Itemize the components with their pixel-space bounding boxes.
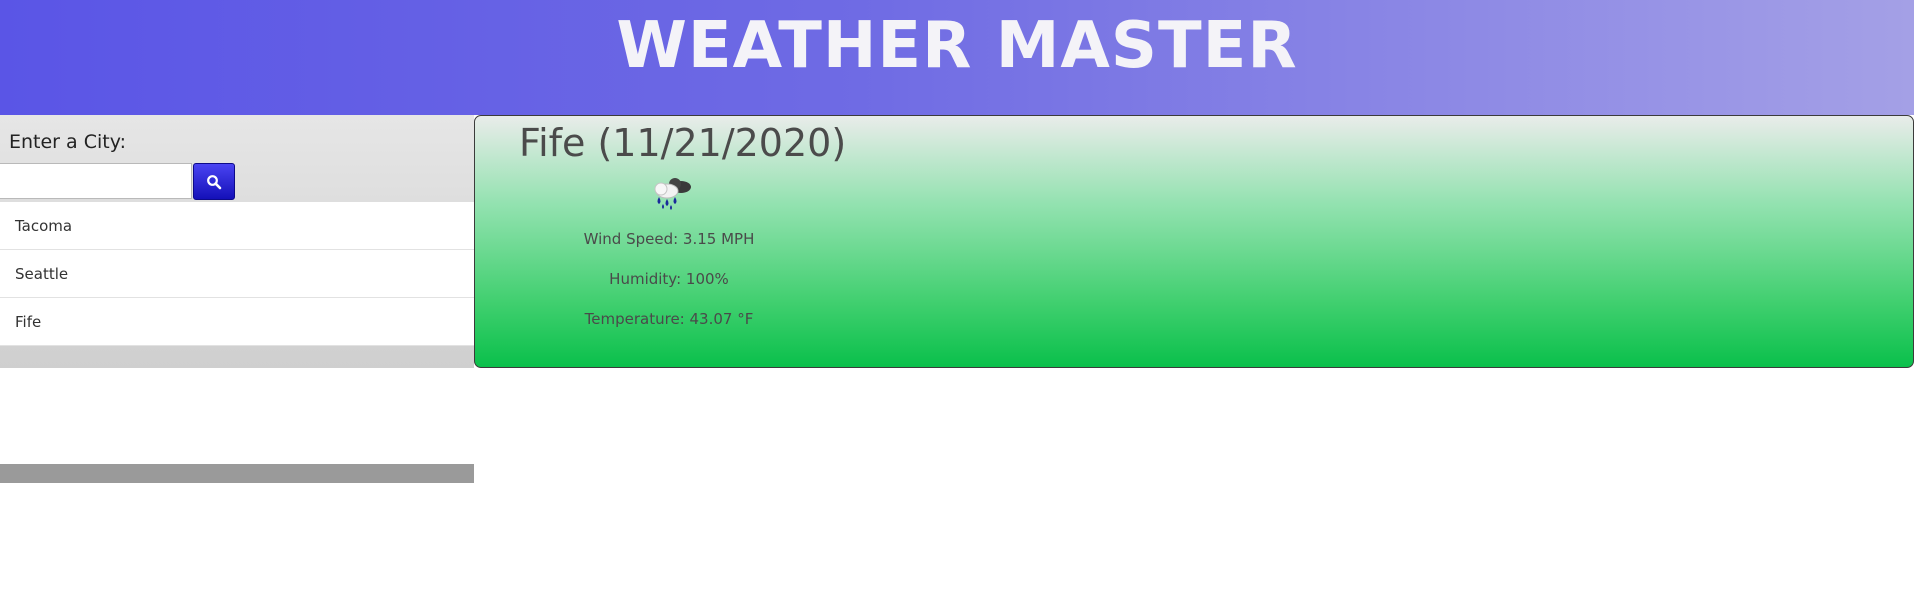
current-weather-card: Fife (11/21/2020) Wind Speed: 3.15 MPH H… <box>474 115 1914 368</box>
app-header: WEATHER MASTER <box>0 0 1914 115</box>
list-footer <box>0 464 474 483</box>
app-title: WEATHER MASTER <box>616 9 1298 83</box>
history-item-tacoma[interactable]: Tacoma <box>0 202 474 250</box>
humidity: Humidity: 100% <box>609 270 729 288</box>
rain-cloud-icon <box>654 178 691 210</box>
wind-speed: Wind Speed: 3.15 MPH <box>583 230 755 248</box>
temperature: Temperature: 43.07 °F <box>584 310 754 328</box>
search-label: Enter a City: <box>9 131 126 153</box>
city-history-list: Tacoma Seattle Fife <box>0 202 474 346</box>
search-icon <box>207 174 222 189</box>
history-item-seattle[interactable]: Seattle <box>0 250 474 298</box>
search-button[interactable] <box>193 163 235 200</box>
city-date-heading: Fife (11/21/2020) <box>519 121 847 165</box>
search-sidebar: Enter a City: Tacoma Seattle Fife <box>0 115 474 483</box>
city-search-input[interactable] <box>0 163 192 199</box>
history-item-fife[interactable]: Fife <box>0 298 474 346</box>
